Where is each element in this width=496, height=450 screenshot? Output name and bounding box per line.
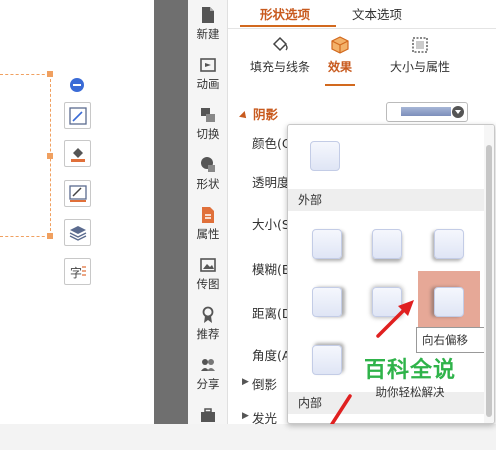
side-toolbar: 新建 动画 切换 形状 属性 传图 推荐 分享 [188, 0, 228, 424]
recommend-icon [202, 306, 214, 323]
tabs-divider [228, 28, 496, 29]
watermark-title: 百科全说 [363, 358, 456, 383]
prop-blur: 模糊(B [252, 262, 291, 277]
resize-handle-top-right[interactable] [47, 71, 53, 77]
sidebar-item-animation[interactable]: 动画 [188, 50, 228, 100]
shadow-preset-none[interactable] [310, 141, 340, 171]
shadow-swatch [401, 107, 451, 116]
prop-angle: 角度(A [252, 348, 291, 363]
panel-gutter [154, 0, 188, 424]
sidebar-item-label: 分享 [196, 377, 220, 391]
sidebar-item-label: 推荐 [196, 327, 220, 341]
shadow-preset-outer-bottom-left[interactable] [434, 229, 464, 259]
float-edit-shape-button[interactable] [64, 102, 91, 129]
prop-size: 大小(S [252, 217, 290, 232]
tab-shape-options[interactable]: 形状选项 [260, 4, 310, 26]
transition-icon [201, 108, 215, 122]
fill-line-icon [272, 36, 288, 52]
chevron-down-icon [452, 106, 464, 118]
shadow-section-title[interactable]: 阴影 [239, 104, 278, 123]
shadow-preset-outer-bottom[interactable] [372, 229, 402, 259]
sidebar-item-upload-image[interactable]: 传图 [188, 250, 228, 300]
shadow-preset-dropdown[interactable] [386, 102, 468, 122]
shadow-preset-outer-top-right[interactable] [312, 345, 342, 375]
sidebar-item-new[interactable]: 新建 [188, 0, 228, 50]
section-glow[interactable]: 发光 [252, 408, 277, 427]
selection-border-bottom [0, 236, 50, 237]
effects-cube-icon [331, 36, 349, 54]
sidebar-item-share[interactable]: 分享 [188, 350, 228, 400]
shadow-preset-outer-right[interactable] [312, 287, 342, 317]
outline-pen-icon [69, 185, 87, 202]
shadow-preset-outer-left[interactable] [434, 287, 464, 317]
subtab-effects[interactable]: 效果 [325, 36, 355, 75]
float-layers-button[interactable] [64, 219, 91, 246]
prop-color: 颜色(C [252, 136, 291, 151]
preset-tooltip: 向右偏移 [416, 327, 492, 353]
sidebar-item-label: 新建 [196, 27, 220, 41]
resize-handle-right[interactable] [47, 153, 53, 159]
share-icon [201, 359, 215, 371]
active-subtab-indicator [325, 84, 355, 86]
subtab-size-properties[interactable]: 大小与属性 [378, 36, 462, 75]
edit-shape-icon [69, 107, 87, 125]
sidebar-item-toolbox[interactable] [188, 400, 228, 450]
sidebar-item-label: 形状 [196, 177, 220, 191]
sidebar-item-transition[interactable]: 切换 [188, 100, 228, 150]
properties-icon [202, 207, 214, 223]
expand-arrow-icon: ▶ [242, 411, 249, 421]
watermark: 百科全说 助你轻松解决 [345, 352, 475, 400]
float-text-wrap-button[interactable]: 字 [64, 258, 91, 285]
collapse-toolbar-icon[interactable] [70, 78, 84, 92]
sidebar-item-label: 动画 [196, 77, 220, 91]
layers-icon [69, 226, 87, 241]
float-outline-button[interactable] [64, 180, 91, 207]
selection-border-top [0, 74, 50, 75]
sidebar-item-shapes[interactable]: 形状 [188, 150, 228, 200]
shadow-preset-outer-center[interactable] [372, 287, 402, 317]
new-doc-icon [202, 7, 214, 23]
prop-distance: 距离(D [252, 306, 292, 321]
active-tab-indicator [240, 25, 336, 27]
prop-transparency: 透明度 [252, 175, 290, 190]
expand-triangle-icon [239, 110, 249, 121]
popup-scrollbar-thumb[interactable] [486, 145, 492, 417]
slide-canvas[interactable]: 字 [0, 0, 154, 424]
subtab-fill-line[interactable]: 填充与线条 [242, 36, 318, 75]
toolbox-icon [201, 408, 215, 422]
size-properties-icon [412, 37, 428, 53]
popup-scrollbar[interactable] [484, 125, 494, 423]
sidebar-item-properties[interactable]: 属性 [188, 200, 228, 250]
group-label-outer: 外部 [288, 189, 486, 211]
expand-arrow-icon: ▶ [242, 377, 249, 387]
sidebar-item-label: 属性 [196, 227, 220, 241]
resize-handle-bottom-right[interactable] [47, 233, 53, 239]
sidebar-item-label: 传图 [196, 277, 220, 291]
section-reflection[interactable]: 倒影 [252, 374, 277, 393]
paint-bucket-icon [71, 148, 85, 162]
sidebar-item-recommend[interactable]: 推荐 [188, 300, 228, 350]
svg-text:字: 字 [70, 265, 82, 280]
text-wrap-icon: 字 [70, 265, 86, 280]
float-fill-button[interactable] [64, 140, 91, 167]
sidebar-item-label: 切换 [196, 127, 220, 141]
watermark-subtitle: 助你轻松解决 [375, 385, 445, 399]
shapes-icon [201, 157, 215, 172]
animation-icon [200, 58, 216, 72]
upload-image-icon [200, 258, 216, 272]
shadow-preset-outer-bottom-right[interactable] [312, 229, 342, 259]
tab-text-options[interactable]: 文本选项 [352, 4, 402, 26]
